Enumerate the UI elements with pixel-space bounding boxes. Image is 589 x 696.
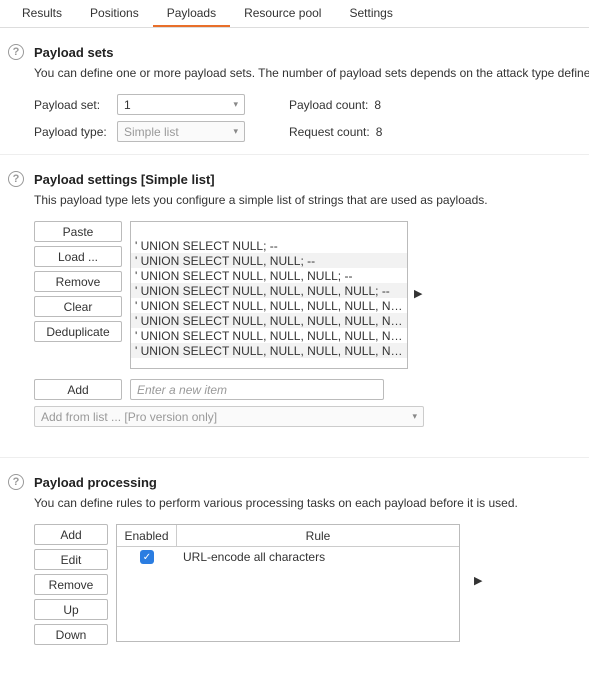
tab-bar: Results Positions Payloads Resource pool… [0, 0, 589, 28]
section-payload-processing: ? Payload processing You can define rule… [0, 458, 589, 657]
tab-positions[interactable]: Positions [76, 0, 153, 27]
request-count-label: Request count: [289, 125, 370, 139]
section-payload-settings: ? Payload settings [Simple list] This pa… [0, 155, 589, 458]
arrow-right-icon[interactable]: ▶ [474, 574, 482, 587]
clear-button[interactable]: Clear [34, 296, 122, 317]
paste-button[interactable]: Paste [34, 221, 122, 242]
request-count-value: 8 [376, 125, 383, 139]
section-desc: You can define one or more payload sets.… [34, 66, 589, 80]
load-button[interactable]: Load ... [34, 246, 122, 267]
rule-text: URL-encode all characters [177, 550, 459, 564]
payload-set-label: Payload set: [34, 98, 109, 112]
list-item[interactable]: ' UNION SELECT NULL; -- [131, 238, 407, 253]
payload-count-label: Payload count: [289, 98, 368, 112]
section-payload-sets: ? Payload sets You can define one or mor… [0, 28, 589, 155]
payload-type-label: Payload type: [34, 125, 109, 139]
tab-payloads[interactable]: Payloads [153, 0, 230, 27]
section-desc: You can define rules to perform various … [34, 496, 589, 510]
list-item[interactable]: ' UNION SELECT NULL, NULL, NULL, NULL, N… [131, 328, 407, 343]
payload-type-value: Simple list [124, 125, 179, 139]
help-icon[interactable]: ? [8, 44, 24, 60]
section-title: Payload settings [Simple list] [34, 172, 215, 187]
add-from-list-select: Add from list ... [Pro version only] ▾ [34, 406, 424, 427]
list-item[interactable]: ' UNION SELECT NULL, NULL, NULL, NULL, N… [131, 313, 407, 328]
payload-set-value: 1 [124, 98, 131, 112]
tab-results[interactable]: Results [8, 0, 76, 27]
proc-down-button[interactable]: Down [34, 624, 108, 645]
list-item[interactable]: ' UNION SELECT NULL, NULL, NULL, NULL, N… [131, 343, 407, 358]
payload-set-select[interactable]: 1 ▾ [117, 94, 245, 115]
table-row[interactable]: ✓ URL-encode all characters [117, 547, 459, 567]
payload-listbox[interactable]: ' UNION SELECT NULL; -- ' UNION SELECT N… [130, 221, 408, 369]
section-title: Payload sets [34, 45, 114, 60]
add-from-list-label: Add from list ... [Pro version only] [41, 410, 217, 424]
tab-settings[interactable]: Settings [335, 0, 406, 27]
rules-table[interactable]: Enabled Rule ✓ URL-encode all characters [116, 524, 460, 642]
arrow-right-icon[interactable]: ▶ [414, 287, 422, 300]
chevron-down-icon: ▾ [233, 126, 238, 137]
chevron-down-icon: ▾ [233, 99, 238, 110]
list-item[interactable]: ' UNION SELECT NULL, NULL, NULL, NULL; -… [131, 283, 407, 298]
proc-edit-button[interactable]: Edit [34, 549, 108, 570]
proc-add-button[interactable]: Add [34, 524, 108, 545]
list-item[interactable]: ' UNION SELECT NULL, NULL, NULL; -- [131, 268, 407, 283]
new-item-input[interactable]: Enter a new item [130, 379, 384, 400]
section-desc: This payload type lets you configure a s… [34, 193, 589, 207]
list-item[interactable]: ' UNION SELECT NULL, NULL; -- [131, 253, 407, 268]
payload-type-select[interactable]: Simple list ▾ [117, 121, 245, 142]
help-icon[interactable]: ? [8, 474, 24, 490]
col-enabled-header[interactable]: Enabled [117, 525, 177, 547]
help-icon[interactable]: ? [8, 171, 24, 187]
deduplicate-button[interactable]: Deduplicate [34, 321, 122, 342]
tab-resource-pool[interactable]: Resource pool [230, 0, 335, 27]
remove-button[interactable]: Remove [34, 271, 122, 292]
section-title: Payload processing [34, 475, 157, 490]
col-rule-header[interactable]: Rule [177, 529, 459, 543]
proc-remove-button[interactable]: Remove [34, 574, 108, 595]
proc-up-button[interactable]: Up [34, 599, 108, 620]
chevron-down-icon: ▾ [412, 411, 417, 422]
enabled-checkbox[interactable]: ✓ [140, 550, 154, 564]
payload-count-value: 8 [374, 98, 381, 112]
add-button[interactable]: Add [34, 379, 122, 400]
list-item[interactable]: ' UNION SELECT NULL, NULL, NULL, NULL, N… [131, 298, 407, 313]
